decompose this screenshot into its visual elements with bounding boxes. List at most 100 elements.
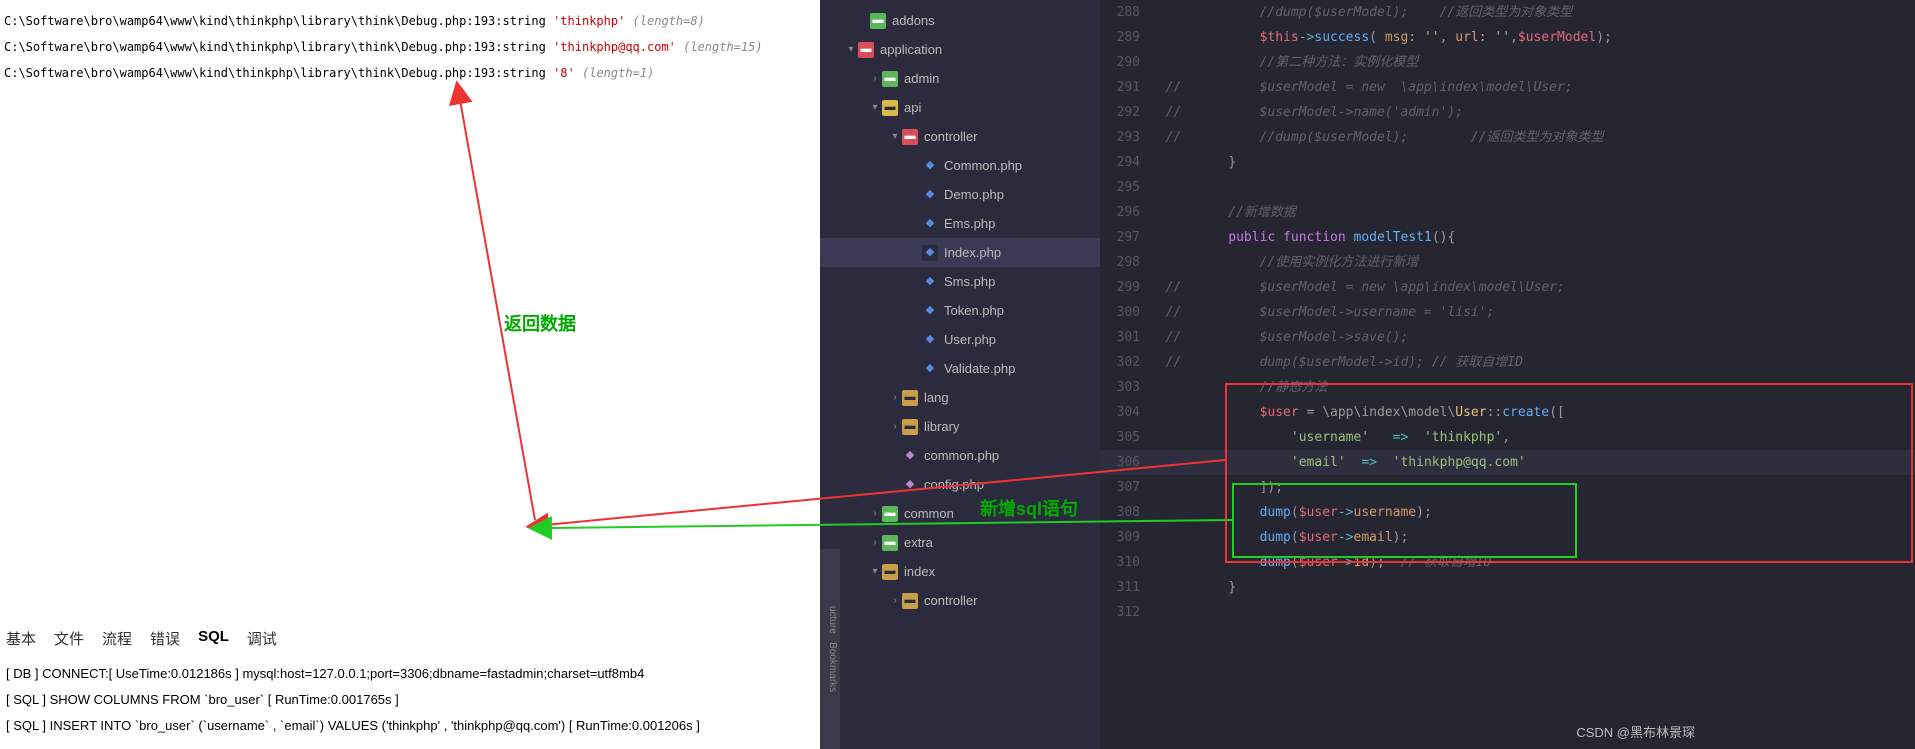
line-number: 309 [1100, 525, 1150, 550]
tree-item-User-php[interactable]: ◆User.php [820, 325, 1140, 354]
folder-red-icon: ▬ [902, 129, 918, 145]
project-tree[interactable]: ▬addons▾▬application›▬admin▾▬api▾▬contro… [820, 0, 1140, 621]
code-line[interactable]: 301 // $userModel->save(); [1100, 325, 1915, 350]
tree-label: common.php [924, 441, 999, 470]
code-line[interactable]: 289 $this->success( msg: '', url: '',$us… [1100, 25, 1915, 50]
chevron-icon: › [888, 586, 902, 615]
line-number: 292 [1100, 100, 1150, 125]
tree-item-api[interactable]: ▾▬api [820, 93, 1140, 122]
line-number: 306 [1100, 450, 1150, 475]
tree-item-Ems-php[interactable]: ◆ Ems.php [820, 209, 1140, 238]
tree-label: config.php [924, 470, 984, 499]
code-line[interactable]: 305 'username' => 'thinkphp', [1100, 425, 1915, 450]
php-icon: ◆ [922, 303, 938, 319]
code-line[interactable]: 290 //第二种方法：实例化模型 [1100, 50, 1915, 75]
tree-label: lang [924, 383, 949, 412]
tree-label: Demo.php [944, 180, 1004, 209]
sql-line: [ SQL ] SHOW COLUMNS FROM `bro_user` [ R… [6, 687, 700, 713]
tab-流程[interactable]: 流程 [102, 628, 132, 649]
code-line[interactable]: 312 [1100, 600, 1915, 625]
chevron-icon: › [868, 499, 882, 528]
tree-item-admin[interactable]: ›▬admin [820, 64, 1140, 93]
tree-label: Validate.php [944, 354, 1015, 383]
folder-yellow-icon: ▬ [882, 100, 898, 116]
line-number: 296 [1100, 200, 1150, 225]
code-line[interactable]: 311 } [1100, 575, 1915, 600]
chevron-icon: ▾ [868, 93, 882, 122]
tree-item-controller[interactable]: ▾▬controller [820, 122, 1140, 151]
tree-item-controller[interactable]: ›▬controller [820, 586, 1140, 615]
sql-line: [ SQL ] INSERT INTO `bro_user` (`usernam… [6, 713, 700, 739]
code-line[interactable]: 299 // $userModel = new \app\index\model… [1100, 275, 1915, 300]
line-number: 304 [1100, 400, 1150, 425]
tree-item-library[interactable]: ›▬library [820, 412, 1140, 441]
code-line[interactable]: 295 [1100, 175, 1915, 200]
chevron-icon: › [868, 64, 882, 93]
code-editor[interactable]: 288 //dump($userModel); //返回类型为对象类型289 $… [1100, 0, 1915, 749]
code-line[interactable]: 292 // $userModel->name('admin'); [1100, 100, 1915, 125]
tab-基本[interactable]: 基本 [6, 628, 36, 649]
tab-错误[interactable]: 错误 [150, 628, 180, 649]
code-line[interactable]: 310 dump($user->id); // 获取自增ID [1100, 550, 1915, 575]
tree-label: extra [904, 528, 933, 557]
code-line[interactable]: 293 // //dump($userModel); //返回类型为对象类型 [1100, 125, 1915, 150]
tree-label: controller [924, 122, 977, 151]
tree-label: Ems.php [944, 209, 995, 238]
code-line[interactable]: 308 dump($user->username); [1100, 500, 1915, 525]
line-number: 303 [1100, 375, 1150, 400]
tree-item-Common-php[interactable]: ◆Common.php [820, 151, 1140, 180]
tree-item-Index-php[interactable]: ◆Index.php [820, 238, 1140, 267]
php-icon: ◆ [922, 158, 938, 174]
code-line[interactable]: 291 // $userModel = new \app\index\model… [1100, 75, 1915, 100]
php2-icon: ◆ [902, 448, 918, 464]
code-line[interactable]: 297 public function modelTest1(){ [1100, 225, 1915, 250]
bookmarks-tab-label: Bookmarks [827, 642, 838, 692]
code-line[interactable]: 296 //新增数据 [1100, 200, 1915, 225]
code-line[interactable]: 302 // dump($userModel->id); // 获取自增ID [1100, 350, 1915, 375]
line-number: 297 [1100, 225, 1150, 250]
line-number: 290 [1100, 50, 1150, 75]
tree-item-Validate-php[interactable]: ◆Validate.php [820, 354, 1140, 383]
tree-item-Token-php[interactable]: ◆Token.php [820, 296, 1140, 325]
line-number: 301 [1100, 325, 1150, 350]
line-number: 312 [1100, 600, 1150, 625]
tree-item-addons[interactable]: ▬addons [820, 6, 1140, 35]
folder-green-icon: ▬ [882, 506, 898, 522]
debug-output: C:\Software\bro\wamp64\www\kind\thinkphp… [0, 0, 820, 94]
tree-label: addons [892, 6, 935, 35]
tree-item-common-php[interactable]: ◆ common.php [820, 441, 1140, 470]
tree-label: index [904, 557, 935, 586]
tree-item-index[interactable]: ▾▬index [820, 557, 1140, 586]
tab-SQL[interactable]: SQL [198, 628, 229, 649]
tree-item-lang[interactable]: ›▬lang [820, 383, 1140, 412]
code-line[interactable]: 307 ]); [1100, 475, 1915, 500]
php-icon: ◆ [922, 216, 938, 232]
line-number: 294 [1100, 150, 1150, 175]
debug-tabs: 基本文件流程错误 SQL 调试 [6, 628, 277, 649]
code-line[interactable]: 304 $user = \app\index\model\User::creat… [1100, 400, 1915, 425]
tree-item-application[interactable]: ▾▬application [820, 35, 1140, 64]
tree-item-Demo-php[interactable]: ◆ Demo.php [820, 180, 1140, 209]
tab-调试[interactable]: 调试 [247, 628, 277, 649]
folder-green-icon: ▬ [882, 71, 898, 87]
code-line[interactable]: 303 //静态方法 [1100, 375, 1915, 400]
code-line[interactable]: 309 dump($user->email); [1100, 525, 1915, 550]
code-line[interactable]: 294 } [1100, 150, 1915, 175]
tree-item-Sms-php[interactable]: ◆Sms.php [820, 267, 1140, 296]
line-number: 307 [1100, 475, 1150, 500]
line-number: 291 [1100, 75, 1150, 100]
tree-label: library [924, 412, 959, 441]
tab-文件[interactable]: 文件 [54, 628, 84, 649]
tree-item-extra[interactable]: ›▬extra [820, 528, 1140, 557]
line-number: 308 [1100, 500, 1150, 525]
watermark: CSDN @黑布林景琛 [1576, 722, 1695, 741]
code-line[interactable]: 288 //dump($userModel); //返回类型为对象类型 [1100, 0, 1915, 25]
debug-line: C:\Software\bro\wamp64\www\kind\thinkphp… [4, 60, 816, 86]
php-icon: ◆ [922, 187, 938, 203]
sidebar-bookmarks[interactable]: ucture Bookmarks [820, 549, 840, 749]
annotation-new-sql: 新增sql语句 [980, 495, 1078, 521]
code-line[interactable]: 300 // $userModel->username = 'lisi'; [1100, 300, 1915, 325]
code-line[interactable]: 298 //使用实例化方法进行新增 [1100, 250, 1915, 275]
folder-icon: ▬ [902, 593, 918, 609]
code-line[interactable]: 306 'email' => 'thinkphp@qq.com' [1100, 450, 1915, 475]
